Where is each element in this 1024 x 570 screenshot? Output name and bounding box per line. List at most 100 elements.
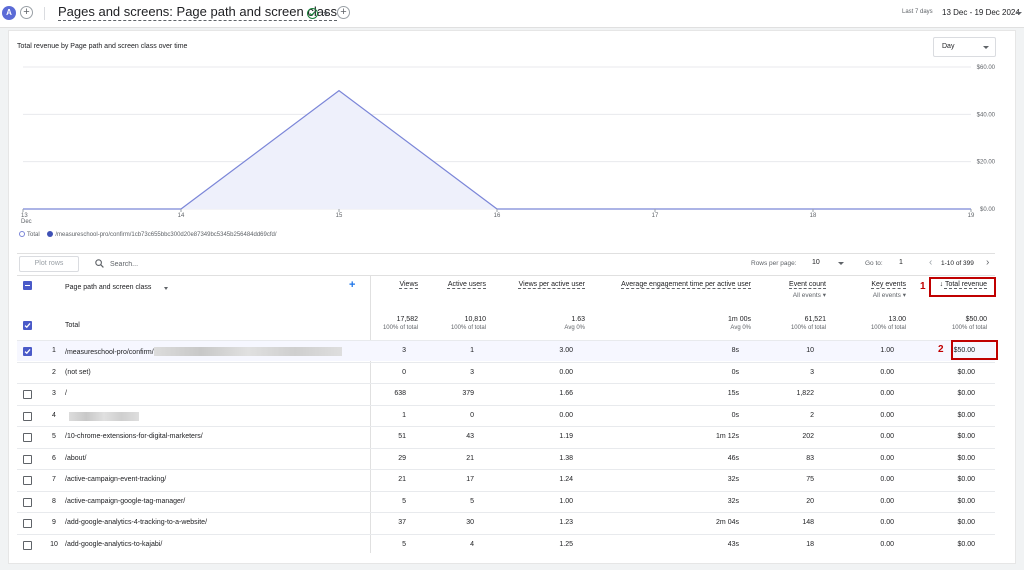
goto-label: Go to: bbox=[865, 260, 883, 267]
cell-total-revenue: $0.00 bbox=[957, 411, 975, 419]
search-input[interactable] bbox=[110, 258, 310, 270]
total-value: 17,582 bbox=[396, 316, 418, 323]
chevron-down-icon[interactable] bbox=[164, 287, 168, 290]
cell-avg-engagement: 8s bbox=[731, 347, 739, 354]
select-all-checkbox[interactable] bbox=[23, 281, 32, 290]
legend-total-marker bbox=[19, 231, 25, 237]
chevron-left-icon[interactable]: ‹ bbox=[929, 257, 932, 268]
row-checkbox[interactable] bbox=[23, 390, 32, 399]
row-checkbox[interactable] bbox=[23, 497, 32, 507]
cell-views: 3 bbox=[402, 347, 406, 354]
add-report-icon[interactable]: + bbox=[337, 6, 350, 19]
page-path[interactable]: /active-campaign-event-tracking/ bbox=[65, 476, 166, 483]
row-checkbox[interactable] bbox=[23, 519, 32, 528]
divider bbox=[17, 253, 995, 254]
table-row[interactable]: 6/about/29 21 1.38 46s 83 0.00 $0.00 bbox=[17, 447, 995, 469]
total-total-revenue: $50.00 100% of total bbox=[952, 316, 987, 331]
cell-key-events: 0.00 bbox=[880, 368, 894, 376]
column-header-views-per-user[interactable]: Views per active user bbox=[519, 281, 585, 288]
cell-event-count: 148 bbox=[802, 519, 814, 526]
page-title[interactable]: Pages and screens: Page path and screen … bbox=[58, 4, 337, 21]
row-checkbox[interactable] bbox=[23, 454, 32, 464]
page-path[interactable]: /active-campaign-google-tag-manager/ bbox=[65, 498, 185, 505]
column-header-active-users[interactable]: Active users bbox=[448, 281, 486, 288]
cell-total-revenue: $0.00 bbox=[957, 540, 975, 548]
column-header-event-count[interactable]: Event count All events ▾ bbox=[789, 281, 826, 299]
page-path-text: / bbox=[65, 390, 67, 397]
table-row[interactable]: 9/add-google-analytics-4-tracking-to-a-w… bbox=[17, 512, 995, 533]
table-row[interactable]: 7/active-campaign-event-tracking/21 17 1.2… bbox=[17, 469, 995, 490]
row-rank: 9 bbox=[52, 519, 56, 526]
page-path[interactable]: /10-chrome-extensions-for-digital-market… bbox=[65, 433, 203, 440]
rows-per-page-label: Rows per page: bbox=[751, 260, 797, 267]
avatar[interactable]: A bbox=[2, 6, 16, 20]
page-path-text: (not set) bbox=[65, 368, 91, 376]
page-path[interactable]: /measureschool-pro/confirm/ bbox=[65, 347, 342, 356]
table-row[interactable]: 3 / 638 379 1.66 15s 1,822 0.00 $0.00 bbox=[17, 383, 995, 404]
page-path[interactable]: /add-google-analytics-to-kajabi/ bbox=[65, 541, 162, 548]
annotation-number: 2 bbox=[938, 344, 944, 355]
page-path[interactable]: / bbox=[65, 390, 67, 397]
dimension-header[interactable]: Page path and screen class bbox=[65, 284, 151, 291]
totals-checkbox[interactable] bbox=[23, 321, 32, 330]
page-path[interactable]: (not set) bbox=[65, 369, 91, 376]
cell-active-users: 0 bbox=[470, 411, 474, 419]
cell-avg-engagement: 1m 12s bbox=[716, 433, 739, 440]
cell-avg-engagement: 32s bbox=[727, 476, 739, 483]
granularity-select[interactable]: Day bbox=[933, 37, 996, 57]
rows-per-page-select[interactable]: 10 bbox=[812, 259, 820, 266]
table-row[interactable]: 2 (not set) 0 3 0.00 0s 3 0.00 $0.00 bbox=[17, 361, 995, 383]
row-checkbox[interactable] bbox=[23, 540, 32, 550]
page-path[interactable]: /add-google-analytics-4-tracking-to-a-we… bbox=[65, 519, 207, 526]
total-value: 10,810 bbox=[464, 316, 486, 323]
column-header-avg-engagement[interactable]: Average engagement time per active user bbox=[621, 281, 751, 288]
cell-total-revenue: $0.00 bbox=[957, 497, 975, 505]
chevron-down-icon[interactable] bbox=[323, 12, 329, 15]
add-comparison-icon[interactable]: + bbox=[20, 6, 33, 19]
goto-page-select[interactable]: 1 bbox=[899, 259, 903, 266]
chevron-right-icon[interactable]: › bbox=[986, 257, 989, 268]
page-path-text: /10-chrome-extensions-for-digital-market… bbox=[65, 433, 203, 440]
chart-title: Total revenue by Page path and screen cl… bbox=[17, 43, 188, 50]
row-checkbox[interactable] bbox=[23, 347, 32, 356]
table-row[interactable]: 4 1 0 0.00 0s 2 0.00 $0.00 bbox=[17, 404, 995, 426]
cell-key-events: 0.00 bbox=[880, 540, 894, 548]
page-path-text: /add-google-analytics-4-tracking-to-a-we… bbox=[65, 519, 208, 526]
chevron-down-icon[interactable] bbox=[1016, 12, 1022, 15]
date-range-picker[interactable]: 13 Dec - 19 Dec 2024 bbox=[942, 8, 1020, 17]
cell-total-revenue: $0.00 bbox=[957, 390, 975, 397]
page-path-text: /add-google-analytics-to-kajabi/ bbox=[65, 540, 163, 548]
cell-total-revenue: $0.00 bbox=[957, 433, 975, 440]
cell-total-revenue: $0.00 bbox=[957, 368, 975, 376]
legend-total-label[interactable]: Total bbox=[27, 232, 40, 238]
check-circle-icon[interactable] bbox=[307, 8, 318, 19]
plot-rows-button[interactable]: Plot rows bbox=[19, 256, 79, 272]
event-filter-label[interactable]: All events bbox=[793, 292, 821, 299]
row-checkbox[interactable] bbox=[23, 433, 32, 442]
y-tick-label: $40.00 bbox=[977, 112, 996, 118]
chevron-down-icon[interactable] bbox=[838, 262, 844, 265]
column-header-views[interactable]: Views bbox=[399, 281, 418, 288]
table-row[interactable]: 8/active-campaign-google-tag-manager/5 5 1… bbox=[17, 490, 995, 512]
column-header-key-events[interactable]: Key events All events ▾ bbox=[871, 281, 906, 299]
table-row[interactable]: 5/10-chrome-extensions-for-digital-marke… bbox=[17, 426, 995, 447]
row-checkbox[interactable] bbox=[23, 476, 32, 485]
page-path-text: /measureschool-pro/confirm/ bbox=[65, 349, 154, 356]
totals-row: Total bbox=[17, 311, 995, 340]
redacted-text bbox=[69, 411, 139, 421]
cell-active-users: 1 bbox=[470, 347, 474, 354]
total-views-per-user: 1.63 Avg 0% bbox=[564, 316, 585, 331]
cell-total-revenue: $0.00 bbox=[957, 476, 975, 483]
page-path-text: /active-campaign-google-tag-manager/ bbox=[65, 497, 186, 505]
legend-page-label[interactable]: /measureschool-pro/confirm/1cb73c655bbc3… bbox=[55, 232, 276, 238]
cell-key-events: 0.00 bbox=[880, 454, 894, 462]
x-tick-label: 19 bbox=[968, 213, 975, 219]
cell-active-users: 4 bbox=[470, 540, 474, 548]
add-dimension-icon[interactable]: + bbox=[349, 279, 355, 291]
event-filter-label[interactable]: All events bbox=[873, 292, 901, 299]
table-row[interactable]: 1/measureschool-pro/confirm/3 1 3.00 8s 10 1.… bbox=[17, 340, 995, 361]
table-row[interactable]: 10/add-google-analytics-to-kajabi/5 4 1.25… bbox=[17, 533, 995, 555]
row-checkbox[interactable] bbox=[23, 411, 32, 421]
page-path[interactable] bbox=[65, 411, 139, 421]
page-path[interactable]: /about/ bbox=[65, 455, 86, 462]
